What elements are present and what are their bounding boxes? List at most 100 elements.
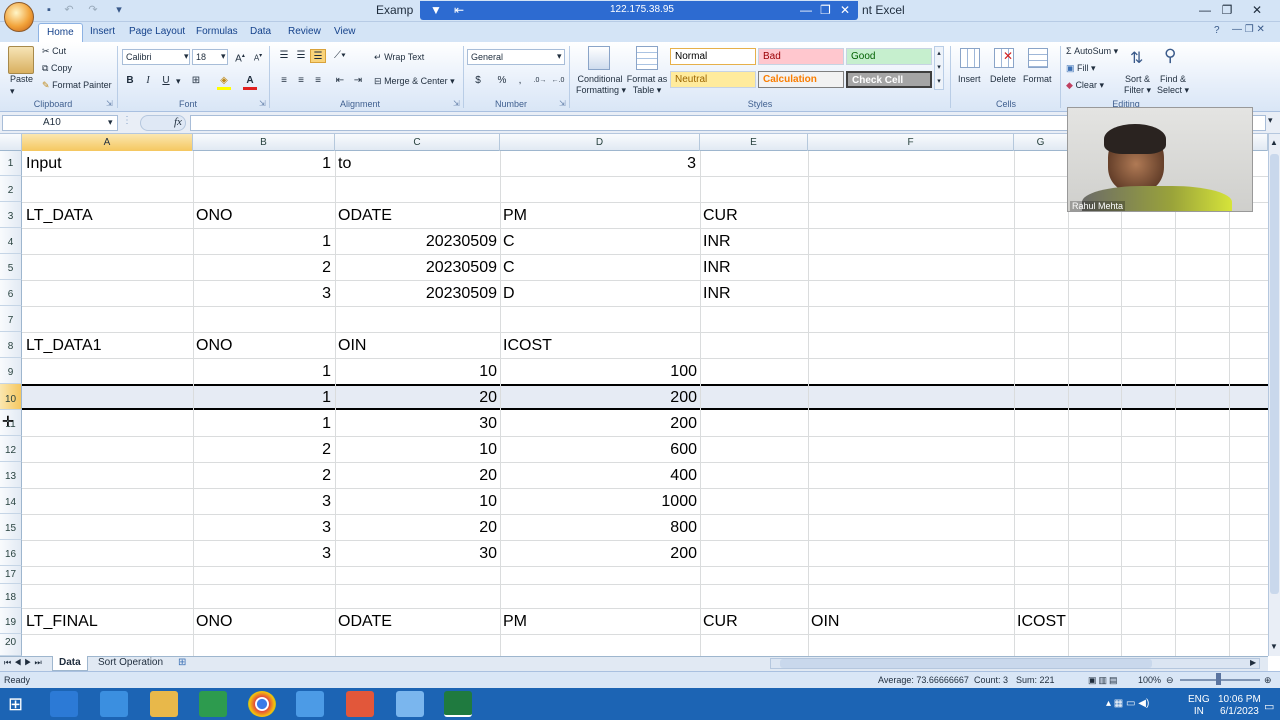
chevron-down-icon[interactable]: ▼ (430, 3, 442, 17)
sheet-tab-sort-operation[interactable]: Sort Operation (92, 656, 169, 671)
format-as-table-button[interactable]: Format as Table ▾ (626, 74, 668, 96)
scroll-right-icon[interactable]: ▶ (1250, 658, 1256, 667)
pinned-app-icon[interactable] (296, 691, 324, 717)
cell-c19[interactable]: ODATE (338, 609, 392, 635)
shrink-font-icon[interactable]: A▾ (250, 49, 266, 63)
alignment-launcher-icon[interactable]: ⇲ (453, 99, 460, 108)
cell-b8[interactable]: ONO (196, 333, 232, 359)
cell-c16[interactable]: 30 (335, 541, 497, 567)
column-header-d[interactable]: D (500, 134, 700, 151)
close-button[interactable]: ✕ (1246, 2, 1268, 18)
font-name-combo[interactable]: Calibri (122, 49, 190, 65)
style-calculation[interactable]: Calculation (758, 71, 844, 88)
minimize-button[interactable]: — (1194, 2, 1216, 18)
style-good[interactable]: Good (846, 48, 932, 65)
cell-c8[interactable]: OIN (338, 333, 366, 359)
copy-button[interactable]: ⧉ Copy (42, 63, 72, 74)
cell-c3[interactable]: ODATE (338, 203, 392, 229)
cell-c10[interactable]: 20 (335, 385, 497, 411)
grow-font-icon[interactable]: A▴ (232, 49, 248, 64)
notification-icon[interactable]: ▭ (1264, 700, 1274, 713)
clear-button[interactable]: ◆ Clear ▾ (1066, 80, 1104, 91)
cell-f19[interactable]: OIN (811, 609, 839, 635)
row-header-7[interactable]: 7 (0, 306, 22, 332)
cut-button[interactable]: ✂ Cut (42, 46, 66, 57)
cell-b13[interactable]: 2 (193, 463, 331, 489)
cell-e6[interactable]: INR (703, 281, 731, 307)
tray-icons[interactable]: ▴ ▦ ▭ ◀) (1106, 698, 1149, 710)
format-cells-icon[interactable] (1028, 48, 1048, 68)
paste-icon[interactable] (8, 46, 34, 74)
cell-b16[interactable]: 3 (193, 541, 331, 567)
cell-b6[interactable]: 3 (193, 281, 331, 307)
chrome-app-icon[interactable] (248, 691, 276, 717)
cell-c12[interactable]: 10 (335, 437, 497, 463)
format-painter-button[interactable]: ✎ Format Painter (42, 80, 112, 91)
format-as-table-icon[interactable] (636, 46, 658, 70)
column-header-f[interactable]: F (808, 134, 1014, 151)
row-header-2[interactable]: 2 (0, 176, 22, 202)
row-header-8[interactable]: 8 (0, 332, 22, 358)
cell-e19[interactable]: CUR (703, 609, 738, 635)
close-remote-icon[interactable]: ✕ (840, 3, 850, 17)
cell-b9[interactable]: 1 (193, 359, 331, 385)
conditional-formatting-button[interactable]: Conditional Formatting ▾ (576, 74, 626, 96)
column-header-e[interactable]: E (700, 134, 808, 151)
paste-button[interactable]: Paste (10, 74, 33, 85)
clock[interactable]: 10:06 PM 6/1/2023 (1218, 694, 1261, 718)
file-explorer-app-icon[interactable] (50, 691, 78, 717)
quick-access-dropdown-icon[interactable]: ▾ (112, 4, 126, 17)
cell-d14[interactable]: 1000 (500, 489, 697, 515)
vertical-scroll-thumb[interactable] (1270, 154, 1279, 594)
cell-d11[interactable]: 200 (500, 411, 697, 437)
cell-b12[interactable]: 2 (193, 437, 331, 463)
cell-b5[interactable]: 2 (193, 255, 331, 281)
currency-button[interactable]: $ (470, 74, 486, 88)
style-bad[interactable]: Bad (758, 48, 844, 65)
cell-b3[interactable]: ONO (196, 203, 232, 229)
tab-home[interactable]: Home (38, 23, 83, 42)
style-neutral[interactable]: Neutral (670, 71, 756, 88)
vertical-scrollbar[interactable]: ▲ ▼ (1268, 134, 1280, 656)
row-header-4[interactable]: 4 (0, 228, 22, 254)
help-icon[interactable]: ? (1214, 25, 1220, 36)
autosum-button[interactable]: Σ AutoSum ▾ (1066, 46, 1118, 57)
row-header-5[interactable]: 5 (0, 254, 22, 280)
font-color-icon[interactable]: A (242, 74, 258, 88)
row-header-9[interactable]: 9 (0, 358, 22, 384)
column-header-g[interactable]: G (1014, 134, 1068, 151)
delete-cells-button[interactable]: Delete (990, 74, 1016, 85)
cell-b4[interactable]: 1 (193, 229, 331, 255)
scroll-up-icon[interactable]: ▲ (1270, 138, 1278, 147)
pinned-app-icon[interactable] (396, 691, 424, 717)
cell-c11[interactable]: 30 (335, 411, 497, 437)
pin-icon[interactable]: ⇤ (454, 3, 464, 17)
cell-e3[interactable]: CUR (703, 203, 738, 229)
cell-b19[interactable]: ONO (196, 609, 232, 635)
select-all-corner[interactable] (0, 134, 22, 151)
ribbon-minimize-icon[interactable]: — ❐ ✕ (1232, 24, 1265, 35)
cell-c1[interactable]: to (338, 151, 351, 177)
name-box-dropdown-icon[interactable]: ▾ (108, 117, 113, 128)
cell-d4[interactable]: C (503, 229, 515, 255)
cell-c4[interactable]: 20230509 (335, 229, 497, 255)
cell-b10[interactable]: 1 (193, 385, 331, 411)
cell-g19[interactable]: ICOST (1017, 609, 1066, 635)
expand-formula-icon[interactable]: ▾ (1268, 115, 1273, 126)
decrease-decimal-icon[interactable]: ←.0 (550, 74, 566, 88)
redo-icon[interactable]: ↷ (86, 4, 100, 17)
align-bottom-icon[interactable]: ☰ (310, 49, 326, 63)
row-header-15[interactable]: 15 (0, 514, 22, 540)
row-header-3[interactable]: 3 (0, 202, 22, 228)
chevron-down-icon[interactable]: ▾ (557, 51, 562, 62)
cell-a3[interactable]: LT_DATA (26, 203, 93, 229)
row-header-20[interactable]: 20 (0, 634, 22, 656)
fill-button[interactable]: ▣ Fill ▾ (1066, 63, 1096, 74)
cell-d8[interactable]: ICOST (503, 333, 552, 359)
cell-c9[interactable]: 10 (335, 359, 497, 385)
row-header-6[interactable]: 6 (0, 280, 22, 306)
zoom-level[interactable]: 100% (1138, 672, 1161, 688)
cell-a19[interactable]: LT_FINAL (26, 609, 98, 635)
align-center-icon[interactable]: ≡ (293, 74, 309, 88)
sort-filter-button[interactable]: Sort & Filter ▾ (1124, 74, 1151, 96)
